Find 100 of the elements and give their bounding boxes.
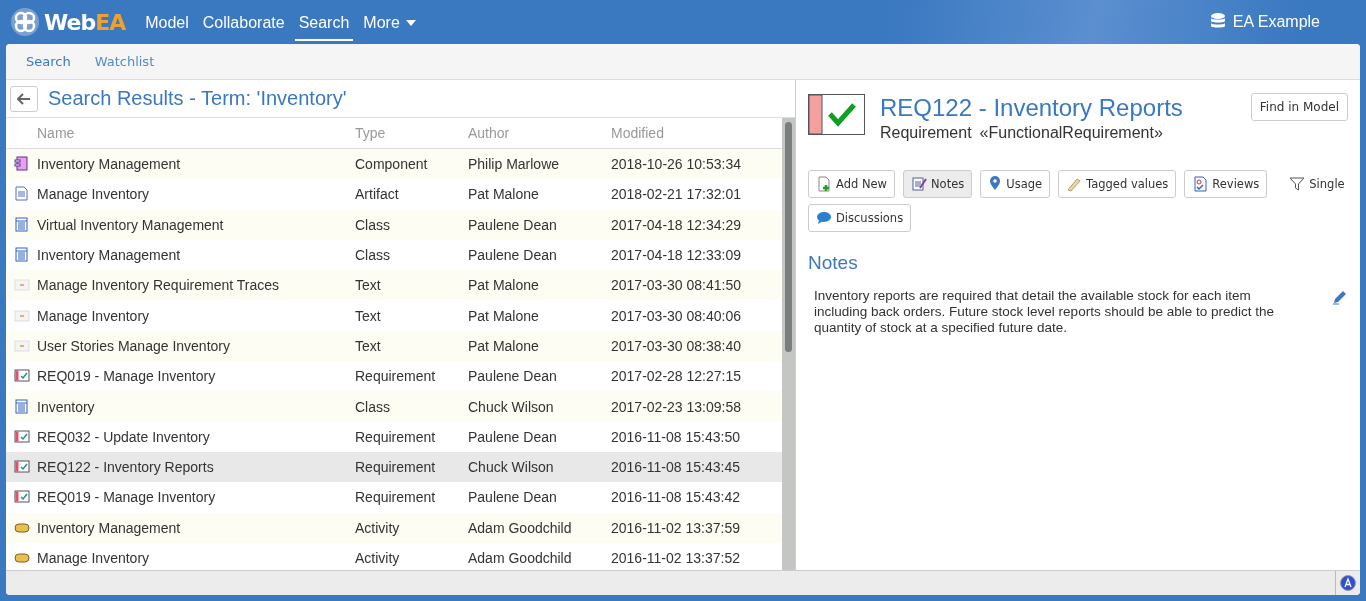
type-cell-text: Text (355, 307, 382, 324)
modified-cell-text: 2018-10-26 10:53:34 (611, 156, 742, 173)
requirement-icon (13, 459, 30, 476)
result-row[interactable]: REQ032 - Update Inventory Requirement Paulene Dean 2016-11-08 15:43:50 (6, 421, 782, 452)
nav-link[interactable]: Model (141, 3, 193, 41)
element-stereotype: «FunctionalRequirement» (979, 124, 1163, 142)
author-cell-text: Pat Malone (468, 277, 540, 294)
author-cell-text: Philip Marlowe (468, 156, 561, 173)
type-cell-text: Artifact (355, 186, 400, 203)
type-cell-text: Requirement (355, 428, 437, 445)
type-cell-text: Text (355, 277, 382, 294)
result-row[interactable]: Manage Inventory Activity Adam Goodchild 2016-11-02 13:37:52 (6, 542, 782, 574)
type-cell-text: Text (355, 337, 382, 354)
modified-cell-text: 2016-11-02 13:37:52 (611, 550, 741, 566)
result-row[interactable]: Virtual Inventory Management Class Paulene Dean 2017-04-18 12:34:29 (6, 209, 782, 240)
result-row[interactable]: REQ019 - Manage Inventory Requirement Paulene Dean 2017-02-28 12:27:15 (6, 361, 782, 392)
section-heading: Notes (808, 252, 859, 274)
name-cell-text: REQ032 - Update Inventory (37, 428, 211, 445)
author-cell-text: Pat Malone (468, 307, 540, 324)
find-in-model-button[interactable]: Find in Model (1250, 93, 1348, 121)
author-cell-text: Pat Malone (468, 186, 540, 203)
note-icon (13, 277, 30, 294)
result-row[interactable]: User Stories Manage Inventory Text Pat Malone 2017-03-30 08:38:40 (6, 330, 782, 362)
result-row[interactable]: Inventory Management Activity Adam Goodchild 2016-11-02 13:37:59 (6, 512, 782, 543)
requirement-icon (13, 428, 30, 445)
type-cell-text: Activity (355, 550, 401, 566)
name-cell-text: Virtual Inventory Management (37, 216, 225, 233)
result-row[interactable]: Manage Inventory Artifact Pat Malone 2018-02-21 17:32:01 (6, 179, 782, 210)
modified-cell-text: 2016-11-02 13:37:59 (611, 519, 741, 536)
model-name: EA Example (1232, 13, 1320, 31)
review-document-icon (1192, 176, 1209, 192)
modified-cell-text: 2016-11-08 15:43:50 (611, 428, 741, 445)
name-cell-text: Manage Inventory (37, 307, 151, 324)
scrollbar[interactable] (782, 118, 795, 570)
result-row[interactable]: Manage Inventory Requirement Traces Text Pat Malone 2017-03-30 08:41:50 (6, 270, 782, 301)
component-icon (13, 156, 30, 173)
logo-icon (10, 7, 40, 37)
author-cell-text: Chuck Wilson (468, 398, 555, 415)
type-cell-text: Class (355, 247, 391, 264)
nav-link[interactable]: Collaborate (198, 3, 289, 41)
name-cell-text: User Stories Manage Inventory (37, 337, 231, 354)
author-cell-text: Paulene Dean (468, 368, 558, 385)
name-cell-text: Inventory Management (37, 156, 182, 173)
result-row[interactable]: Inventory Management Class Paulene Dean 2017-04-18 12:33:09 (6, 239, 782, 271)
results-title: Search Results - Term: 'Inventory' (48, 87, 347, 110)
type-cell-text: Component (355, 156, 429, 173)
result-row[interactable]: REQ122 - Inventory Reports Requirement Chuck Wilson 2016-11-08 15:43:45 (6, 451, 782, 483)
filter-icon (1289, 176, 1306, 192)
requirement-icon (808, 94, 866, 136)
back-arrow-icon (17, 92, 31, 105)
name-cell-text: REQ122 - Inventory Reports (37, 459, 215, 476)
add-document-icon (816, 176, 832, 192)
type-cell-text: Requirement (355, 368, 437, 385)
name-cell-text: Manage Inventory Requirement Traces (37, 277, 280, 294)
speech-bubble-icon (816, 210, 832, 226)
tab-button[interactable]: Add New (808, 170, 895, 198)
modified-cell-text: 2017-02-23 13:09:58 (611, 398, 742, 415)
result-row[interactable]: Inventory Class Chuck Wilson 2017-02-23 13:09:58 (6, 391, 782, 422)
modified-cell-text: 2017-03-30 08:38:40 (611, 337, 742, 354)
class-icon (13, 247, 30, 264)
note-icon (13, 307, 30, 324)
class-icon (13, 216, 30, 233)
type-cell-text: Class (355, 216, 391, 233)
tab[interactable]: Search (18, 54, 79, 79)
author-cell-text: Adam Goodchild (468, 519, 573, 536)
requirement-icon (13, 489, 30, 506)
tab-button[interactable]: Notes (903, 170, 973, 198)
requirement-icon (13, 368, 30, 385)
author-cell-text: Pat Malone (468, 337, 540, 354)
tab-button[interactable]: Tagged values (1058, 170, 1177, 198)
author-cell-text: Paulene Dean (468, 216, 558, 233)
name-cell-text: Inventory Management (37, 519, 182, 536)
author-cell-text: Paulene Dean (468, 489, 558, 506)
modified-cell-text: 2017-04-18 12:34:29 (611, 216, 742, 233)
tab-button[interactable]: Discussions (808, 204, 912, 232)
name-cell-text: Manage Inventory (37, 550, 151, 566)
edit-button[interactable] (1332, 288, 1348, 306)
type-cell-text: Requirement (355, 489, 437, 506)
back-button[interactable] (10, 85, 38, 112)
author-cell-text: Adam Goodchild (468, 550, 573, 566)
map-pin-icon (988, 176, 1003, 192)
result-row[interactable]: Manage Inventory Text Pat Malone 2017-03-30 08:40:06 (6, 300, 782, 331)
type-cell-text: Requirement (355, 459, 437, 476)
tab-button[interactable]: Usage (980, 170, 1051, 198)
notepad-icon (911, 176, 927, 192)
element-type: Requirement (880, 124, 972, 142)
nav-link[interactable]: More (359, 3, 420, 41)
result-row[interactable]: REQ019 - Manage Inventory Requirement Paulene Dean 2016-11-08 15:43:42 (6, 482, 782, 513)
modified-cell-text: 2017-03-30 08:41:50 (611, 277, 742, 294)
type-cell-text: Class (355, 398, 391, 415)
author-cell-text: Paulene Dean (468, 428, 558, 445)
name-cell-text: REQ019 - Manage Inventory (37, 489, 217, 506)
type-cell-text: Activity (355, 519, 401, 536)
tab-button[interactable]: Reviews (1184, 170, 1268, 198)
author-cell-text: Paulene Dean (468, 247, 558, 264)
result-row[interactable]: Inventory Management Component Philip Marlowe 2018-10-26 10:53:34 (6, 149, 782, 180)
name-cell-text: Inventory Management (37, 247, 182, 264)
nav-link[interactable]: Search (294, 3, 354, 41)
modified-cell-text: 2017-02-28 12:27:15 (611, 368, 742, 385)
modified-cell-text: 2017-03-30 08:40:06 (611, 307, 742, 324)
